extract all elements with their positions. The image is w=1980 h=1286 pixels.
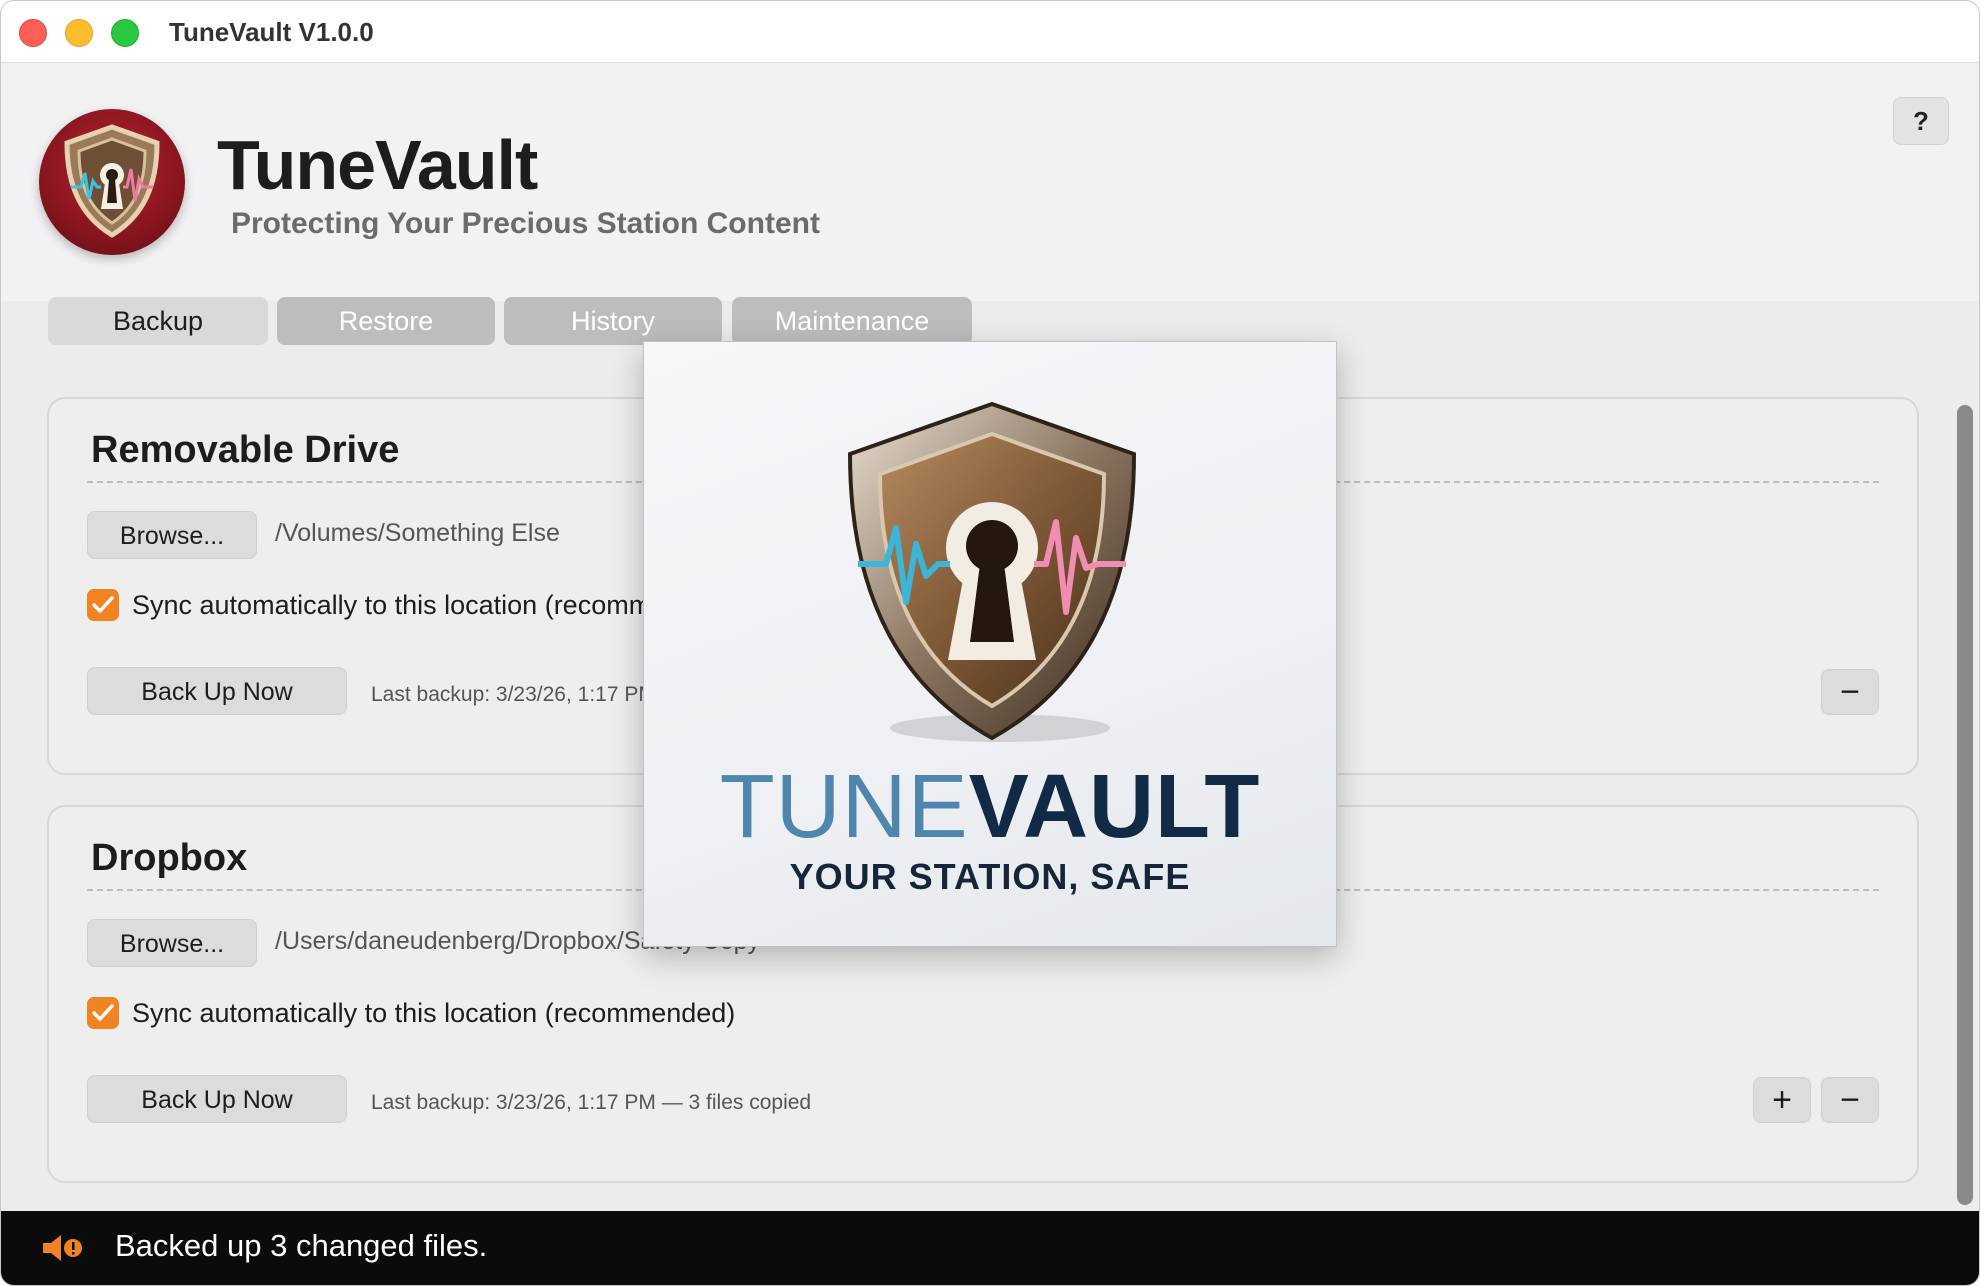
shield-keyhole-icon [847, 401, 1137, 742]
speaker-alert-icon [41, 1233, 83, 1268]
window-title: TuneVault V1.0.0 [169, 17, 374, 47]
close-window-button[interactable] [19, 19, 47, 47]
sync-checkbox[interactable] [87, 589, 119, 621]
splash-wordmark: TUNEVAULT [644, 756, 1336, 859]
remove-destination-button[interactable]: − [1821, 669, 1879, 715]
sync-checkbox[interactable] [87, 997, 119, 1029]
app-tagline: Protecting Your Precious Station Content [231, 207, 820, 240]
panel-title: Dropbox [91, 837, 248, 879]
app-window: TuneVault V1.0.0 TuneVault Protecting Yo… [0, 0, 1980, 1286]
minimize-window-button[interactable] [65, 19, 93, 47]
tab-history[interactable]: History [504, 297, 722, 345]
title-bar: TuneVault V1.0.0 [1, 1, 1979, 63]
splash-overlay[interactable]: TUNEVAULT YOUR STATION, SAFE [643, 341, 1337, 947]
splash-wordmark-bold: VAULT [968, 757, 1261, 857]
app-logo-icon [39, 109, 185, 255]
status-bar: Backed up 3 changed files. [1, 1211, 1979, 1285]
browse-button[interactable]: Browse... [87, 919, 257, 967]
destination-path: /Volumes/Something Else [275, 519, 560, 547]
app-name: TuneVault [217, 126, 538, 204]
app-header: TuneVault Protecting Your Precious Stati… [1, 63, 1979, 301]
tab-restore[interactable]: Restore [277, 297, 495, 345]
remove-destination-button[interactable]: − [1821, 1077, 1879, 1123]
splash-tagline: YOUR STATION, SAFE [789, 856, 1191, 897]
splash-wordmark-light: TUNE [719, 757, 969, 857]
sync-checkbox-label: Sync automatically to this location (rec… [132, 998, 736, 1028]
tab-backup[interactable]: Backup [48, 297, 268, 345]
help-button[interactable]: ? [1893, 97, 1949, 145]
back-up-now-button[interactable]: Back Up Now [87, 1075, 347, 1123]
panel-title: Removable Drive [91, 429, 400, 471]
last-backup-text: Last backup: 3/23/26, 1:17 PM — 3 files … [371, 1091, 812, 1114]
add-destination-button[interactable]: + [1753, 1077, 1811, 1123]
status-message: Backed up 3 changed files. [115, 1228, 488, 1263]
tab-maintenance[interactable]: Maintenance [732, 297, 972, 345]
browse-button[interactable]: Browse... [87, 511, 257, 559]
vertical-scrollbar[interactable] [1951, 301, 1977, 1213]
scrollbar-thumb[interactable] [1957, 405, 1973, 1205]
zoom-window-button[interactable] [111, 19, 139, 47]
back-up-now-button[interactable]: Back Up Now [87, 667, 347, 715]
